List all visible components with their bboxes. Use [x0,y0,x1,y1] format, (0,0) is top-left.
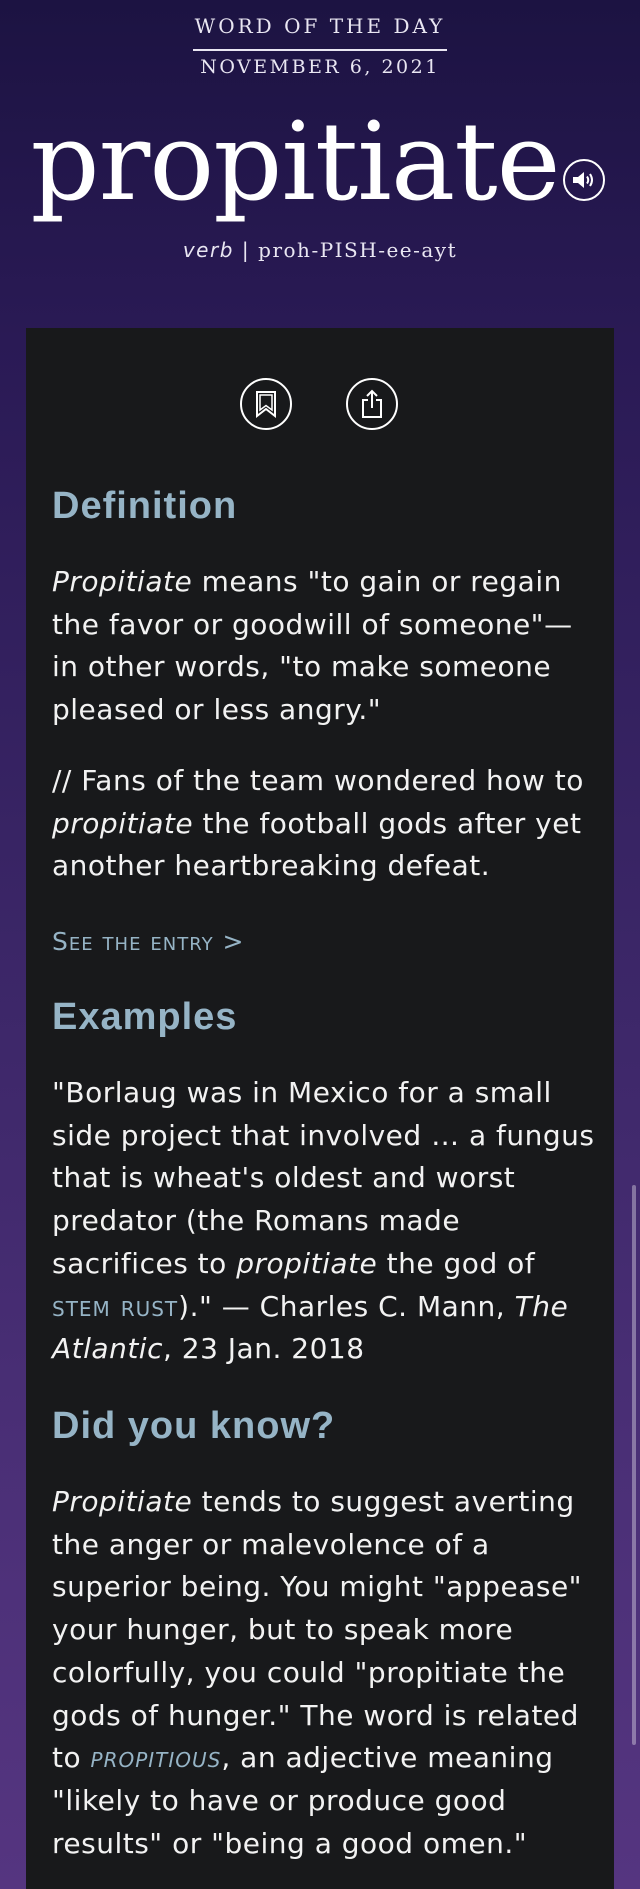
pronunciation: proh-PISH-ee-ayt [258,238,458,262]
share-icon[interactable] [346,378,398,430]
example-quote: "Borlaug was in Mexico for a small side … [52,1072,597,1371]
section-label: WORD OF THE DAY [194,14,446,38]
stem-rust-link[interactable]: stem rust [52,1290,178,1323]
examples-heading: Examples [52,996,238,1038]
definition-text: Propitiate means "to gain or regain the … [52,561,597,732]
header-divider [193,49,447,51]
quote-date: , 23 Jan. 2018 [162,1332,365,1366]
word-of-the-day-header: WORD OF THE DAY NOVEMBER 6, 2021 propiti… [0,0,640,320]
did-you-know-part-1: tends to suggest averting the anger or m… [52,1485,583,1775]
definition-term: Propitiate [52,565,193,598]
example-prefix: // Fans of the team wondered how to [52,764,584,797]
speaker-icon[interactable] [563,159,605,201]
quote-part-3: )." — Charles C. Mann, [178,1289,515,1323]
quote-term: propitiate [236,1246,378,1280]
date-label: NOVEMBER 6, 2021 [200,56,440,78]
pronunciation-row: verb | proh-PISH-ee-ayt [0,238,640,262]
definition-heading: Definition [52,485,238,527]
did-you-know-term: Propitiate [52,1485,193,1518]
definition-example: // Fans of the team wondered how to prop… [52,760,597,888]
propitious-link[interactable]: propitious [91,1741,222,1774]
see-entry-link[interactable]: See the entry > [52,927,245,956]
bookmark-icon[interactable] [240,378,292,430]
quote-part-2: the god of [377,1246,536,1280]
example-term: propitiate [52,806,194,840]
did-you-know-heading: Did you know? [52,1405,336,1447]
scrollbar[interactable] [632,1185,636,1745]
pronunciation-separator: | [241,238,251,262]
content-card: Definition Propitiate means "to gain or … [26,328,614,1889]
word-title: propitiate [30,100,560,225]
part-of-speech: verb [182,238,234,262]
did-you-know-text: Propitiate tends to suggest averting the… [52,1481,597,1865]
see-entry-paragraph: See the entry > [52,921,597,964]
